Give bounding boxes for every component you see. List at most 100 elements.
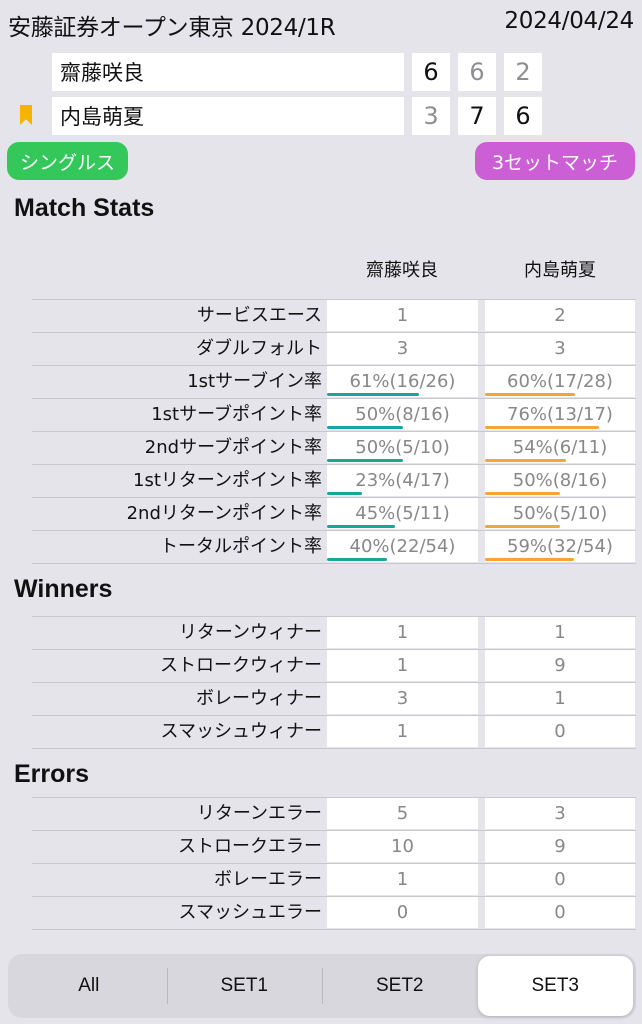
- match-date: 2024/04/24: [504, 8, 634, 34]
- player2-stat-value: 3: [485, 798, 635, 829]
- stat-value-text: 10: [391, 836, 414, 857]
- stat-row: リターンエラー 5 3: [32, 798, 636, 831]
- player1-stat-value: 10: [327, 831, 478, 862]
- player1-set2-score: 6: [458, 53, 496, 91]
- stat-value-text: 50%(8/16): [512, 470, 608, 491]
- stat-row: スマッシュウィナー 1 0: [32, 716, 636, 749]
- player2-percent-bar: [485, 459, 566, 462]
- player2-stat-value: 0: [485, 864, 635, 895]
- stat-value-text: 1: [554, 688, 566, 709]
- stat-label: ボレーエラー: [214, 869, 322, 890]
- player2-percent-bar: [485, 492, 560, 495]
- player2-stat-value: 1: [485, 683, 635, 714]
- stat-label: 1stサーブイン率: [187, 371, 322, 392]
- stat-row: ストロークエラー 10 9: [32, 831, 636, 864]
- player2-stat-value: 76%(13/17): [485, 399, 635, 430]
- stat-row: ボレーウィナー 3 1: [32, 683, 636, 716]
- stat-value-text: 59%(32/54): [507, 536, 613, 557]
- player1-name: 齋藤咲良: [52, 53, 404, 91]
- player1-stat-value: 1: [327, 864, 478, 895]
- stat-value-text: 76%(13/17): [507, 404, 613, 425]
- player1-stat-value: 50%(8/16): [327, 399, 478, 430]
- player1-stat-value: 3: [327, 683, 478, 714]
- player2-percent-bar: [485, 525, 560, 528]
- player2-stat-value: 0: [485, 897, 635, 928]
- stat-value-text: 1: [396, 305, 409, 326]
- player1-percent-bar: [327, 426, 403, 429]
- stat-label: トータルポイント率: [160, 536, 322, 557]
- stat-value-text: 1: [554, 622, 566, 643]
- player2-stat-value: 9: [485, 650, 635, 681]
- stat-row: ストロークウィナー 1 9: [32, 650, 636, 683]
- stat-value-text: 3: [396, 688, 409, 709]
- stat-value-text: 1: [396, 655, 409, 676]
- player2-name: 内島萌夏: [52, 97, 404, 135]
- player1-stat-value: 1: [327, 617, 478, 648]
- stat-row: リターンウィナー 1 1: [32, 617, 636, 650]
- player2-percent-bar: [485, 393, 575, 396]
- player2-set3-score: 6: [504, 97, 542, 135]
- stat-value-text: 0: [554, 902, 566, 923]
- match-type-badge: シングルス: [7, 142, 128, 180]
- section-title-match-stats: Match Stats: [14, 194, 155, 222]
- stat-label: ストロークウィナー: [160, 655, 322, 676]
- stat-value-text: 2: [554, 305, 566, 326]
- player2-stat-value: 50%(5/10): [485, 498, 635, 529]
- player1-stat-value: 1: [327, 716, 478, 747]
- player2-set1-score: 3: [412, 97, 450, 135]
- column-header-player2: 内島萌夏: [524, 260, 596, 281]
- stat-row: ダブルフォルト 3 3: [32, 333, 636, 366]
- stat-value-text: 50%(5/10): [512, 503, 608, 524]
- stat-value-text: 1: [396, 622, 409, 643]
- player1-stat-value: 5: [327, 798, 478, 829]
- segment-set2[interactable]: SET2: [322, 956, 478, 1016]
- player2-stat-value: 59%(32/54): [485, 531, 635, 562]
- stat-value-text: 61%(16/26): [349, 371, 456, 392]
- segment-all[interactable]: All: [11, 956, 167, 1016]
- section-title-errors: Errors: [14, 760, 90, 788]
- player1-percent-bar: [327, 492, 362, 495]
- stat-value-text: 60%(17/28): [507, 371, 613, 392]
- stat-value-text: 50%(5/10): [355, 437, 450, 458]
- tournament-title: 安藤証券オープン東京 2024/1R: [8, 15, 336, 41]
- stat-row: 1stサーブポイント率 50%(8/16) 76%(13/17): [32, 399, 636, 432]
- stat-value-text: 9: [554, 655, 566, 676]
- stat-row: 1stリターンポイント率 23%(4/17) 50%(8/16): [32, 465, 636, 498]
- player1-percent-bar: [327, 525, 395, 528]
- segment-set3[interactable]: SET3: [477, 956, 633, 1016]
- player1-stat-value: 50%(5/10): [327, 432, 478, 463]
- stat-row: スマッシュエラー 0 0: [32, 897, 636, 930]
- player1-set1-score: 6: [412, 53, 450, 91]
- stat-value-text: 3: [554, 803, 566, 824]
- player1-set3-score: 2: [504, 53, 542, 91]
- player2-stat-value: 60%(17/28): [485, 366, 635, 397]
- stat-value-text: 3: [554, 338, 566, 359]
- player1-stat-value: 45%(5/11): [327, 498, 478, 529]
- player1-percent-bar: [327, 459, 403, 462]
- stat-value-text: 23%(4/17): [355, 470, 450, 491]
- stat-row: トータルポイント率 40%(22/54) 59%(32/54): [32, 531, 636, 564]
- stat-value-text: 50%(8/16): [355, 404, 450, 425]
- stat-value-text: 5: [396, 803, 409, 824]
- section-title-winners: Winners: [14, 575, 113, 603]
- stat-value-text: 0: [554, 721, 566, 742]
- segment-set1[interactable]: SET1: [166, 956, 323, 1016]
- stat-label: リターンエラー: [196, 803, 322, 824]
- stat-label: ボレーウィナー: [196, 688, 322, 709]
- stat-label: 1stサーブポイント率: [151, 404, 322, 425]
- player1-stat-value: 1: [327, 650, 478, 681]
- player1-stat-value: 23%(4/17): [327, 465, 478, 496]
- player2-percent-bar: [485, 426, 599, 429]
- stat-value-text: 54%(6/11): [512, 437, 608, 458]
- player2-stat-value: 54%(6/11): [485, 432, 635, 463]
- stat-value-text: 3: [396, 338, 409, 359]
- player1-percent-bar: [327, 558, 388, 561]
- stat-row: サービスエース 1 2: [32, 300, 636, 333]
- player1-stat-value: 3: [327, 333, 478, 364]
- stat-value-text: 9: [554, 836, 566, 857]
- player2-stat-value: 0: [485, 716, 635, 747]
- stat-label: スマッシュエラー: [178, 902, 322, 923]
- stat-value-text: 45%(5/11): [355, 503, 450, 524]
- stat-row: 2ndリターンポイント率 45%(5/11) 50%(5/10): [32, 498, 636, 531]
- stat-row: 1stサーブイン率 61%(16/26) 60%(17/28): [32, 366, 636, 399]
